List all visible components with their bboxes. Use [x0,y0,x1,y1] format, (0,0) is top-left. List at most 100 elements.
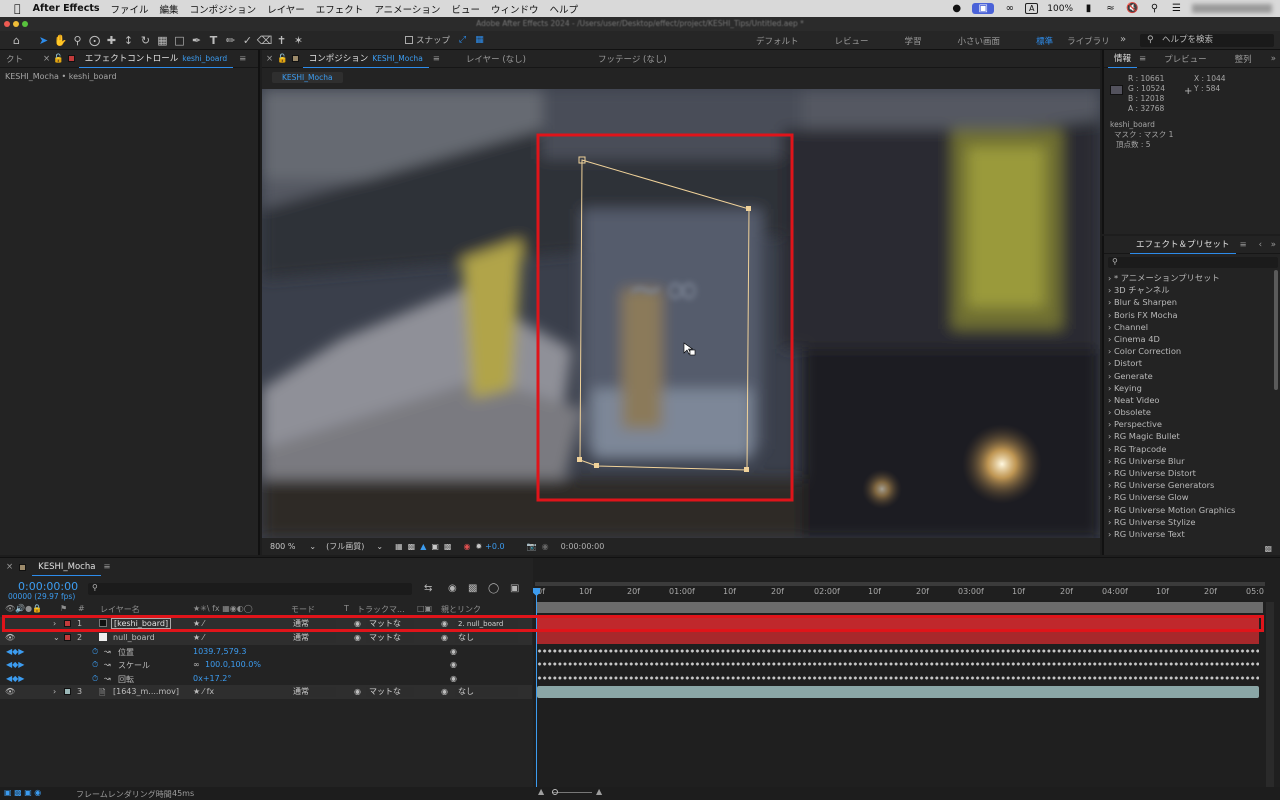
property-row-position[interactable]: ◀◆▶ ⏱ ↝ 位置 1039.7,579.3 ◉ [0,645,532,659]
screen-share-icon[interactable]: ▣ [972,3,995,14]
graph-icon[interactable]: ↝ [104,647,111,656]
layer-2-name[interactable]: null_board [113,633,155,642]
fx-search-input[interactable]: ⚲ [1108,257,1278,268]
layer-2-duration-bar[interactable] [537,631,1259,644]
timeline-scrollbar[interactable] [1266,602,1274,788]
comp-panel-menu-icon[interactable]: ≡ [433,54,440,64]
mute-icon[interactable]: 🔇 [1126,3,1139,14]
close-comp-tab-icon[interactable]: × [266,54,273,64]
snapshot-icon[interactable]: 📷 [527,542,537,551]
keyframe-nav-icon[interactable]: ◀◆▶ [6,660,24,669]
property-row-scale[interactable]: ◀◆▶ ⏱ ↝ スケール ∞ 100.0,100.0% ◉ [0,658,532,672]
graph-editor-icon[interactable]: ▣ [510,583,519,594]
new-folder-icon[interactable]: ▩ [1264,544,1272,553]
prop-rotation-expression-icon[interactable]: ◉ [450,674,457,683]
time-zoom-handle[interactable] [552,789,558,795]
close-tab-icon[interactable]: × [43,54,50,64]
layer-2-mode-dropdown[interactable]: 通常 [290,633,336,643]
mask-vertex[interactable] [746,206,751,211]
layer-2-matte-dropdown[interactable]: マットな [366,633,414,643]
layer-2-collapse-icon[interactable]: ⌄ [53,633,60,642]
header-track-matte[interactable]: トラックマ... [357,604,405,615]
list-item[interactable]: › RG Universe Text [1108,528,1268,540]
list-item[interactable]: › RG Universe Glow [1108,491,1268,503]
rectangle-tool-icon[interactable]: □ [171,33,188,48]
layer-3-mode-dropdown[interactable]: 通常 [290,687,336,697]
dolly-tool-icon[interactable]: ↕ [120,33,137,48]
snap-checkbox[interactable] [405,36,413,44]
tab-effects-presets[interactable]: エフェクト＆プリセット [1130,236,1236,254]
frame-blending-icon[interactable]: ▩ [468,583,477,594]
viewer-timecode[interactable]: 0:00:00:00 [561,542,605,551]
layer-3-label-color[interactable] [64,688,71,695]
layer-2-parent-pickwhip-icon[interactable]: ◉ [441,633,448,642]
menu-app-name[interactable]: After Effects [33,3,100,14]
channel-icon[interactable]: ▩ [444,542,452,551]
tab-align[interactable]: 整列 [1229,53,1258,65]
table-row[interactable]: 👁 ⌄ 2 null_board ★ ⁄ 通常 ◉ マットな ◉ なし [0,631,532,645]
workspace-learn[interactable]: 学習 [905,35,922,47]
comp-mini-flowchart-icon[interactable]: ⇆ [424,583,432,594]
workspace-standard[interactable]: 標準 [1036,35,1053,47]
list-item[interactable]: › Cinema 4D [1108,333,1268,345]
tab-info[interactable]: 情報 [1108,50,1138,68]
menu-effect[interactable]: エフェクト [316,2,364,16]
layer-3-duration-bar[interactable] [537,686,1259,698]
timeline-menu-icon[interactable]: ≡ [103,562,110,572]
pan-behind-tool-icon[interactable]: ▦ [154,33,171,48]
menu-composition[interactable]: コンポジション [190,2,257,16]
header-layer-name[interactable]: レイヤー名 [100,604,140,615]
mask-vertex[interactable] [594,463,599,468]
zoom-in-icon[interactable]: ▲ [596,787,602,796]
layer-3-name[interactable]: [1643_m....mov] [113,687,179,696]
menu-help[interactable]: ヘルプ [549,2,578,16]
property-row-rotation[interactable]: ◀◆▶ ⏱ ↝ 回転 0x+17.2° ◉ [0,672,532,686]
list-item[interactable]: › RG Trapcode [1108,443,1268,455]
list-item[interactable]: › RG Universe Generators [1108,479,1268,491]
graph-icon[interactable]: ↝ [104,660,111,669]
guides-icon[interactable]: ▣ [431,542,439,551]
prop-scale-expression-icon[interactable]: ◉ [450,660,457,669]
tab-composition[interactable]: コンポジション KESHI_Mocha [302,50,429,68]
info-overflow-icon[interactable]: » [1271,54,1276,64]
clone-tool-icon[interactable]: ✓ [239,33,256,48]
zoom-window-button[interactable] [22,21,28,27]
cc-sync-icon[interactable]: ∞ [1003,3,1016,14]
keyframe-nav-icon[interactable]: ◀◆▶ [6,674,24,683]
spotlight-search-icon[interactable]: ⚲ [1148,3,1161,14]
fx-scrollbar[interactable] [1274,270,1278,390]
motion-blur-icon[interactable]: ◯ [488,583,499,594]
list-item[interactable]: › RG Universe Blur [1108,455,1268,467]
orbit-tool-icon[interactable]: ⨀ [86,33,103,48]
puppet-tool-icon[interactable]: ✶ [290,33,307,48]
layer-3-matte-pickwhip-icon[interactable]: ◉ [354,687,361,696]
battery-icon[interactable]: ▮ [1082,3,1095,14]
layer-2-visibility-icon[interactable]: 👁 [5,633,15,642]
list-item[interactable]: › Keying [1108,382,1268,394]
panel-menu-icon[interactable]: ≡ [239,54,246,64]
list-item[interactable]: › Obsolete [1108,406,1268,418]
layer-2-matte-pickwhip-icon[interactable]: ◉ [354,633,361,642]
list-item[interactable]: › Distort [1108,357,1268,369]
layer-3-switches[interactable]: ★ ⁄ fx [193,687,214,696]
list-item[interactable]: › * アニメーションプリセット [1108,272,1268,284]
zoom-tool-icon[interactable]: ⚲ [69,33,86,48]
work-area-bar[interactable] [535,582,1265,586]
composition-viewer[interactable]: ∼∞ [262,89,1100,538]
region-of-interest-icon[interactable]: ▦ [395,542,403,551]
exposure-icon[interactable]: ✹ [475,542,482,551]
layer-2-label-color[interactable] [64,634,71,641]
mask-visibility-icon[interactable]: ▲ [420,542,426,551]
show-snapshot-icon[interactable]: ◉ [542,542,549,551]
brush-tool-icon[interactable]: ✏ [222,33,239,48]
input-mode-icon[interactable]: A [1025,3,1039,14]
graph-icon[interactable]: ↝ [104,674,111,683]
header-parent[interactable]: 親とリンク [441,604,481,615]
tab-timeline-comp[interactable]: KESHI_Mocha [32,558,102,576]
work-area-range[interactable] [537,602,1263,613]
layer-3-parent-pickwhip-icon[interactable]: ◉ [441,687,448,696]
zoom-dropdown[interactable]: 800 % [270,542,295,551]
layer-3-matte-dropdown[interactable]: マットな [366,687,414,697]
list-item[interactable]: › RG Magic Bullet [1108,430,1268,442]
prop-rotation-value[interactable]: 0x+17.2° [193,674,231,683]
